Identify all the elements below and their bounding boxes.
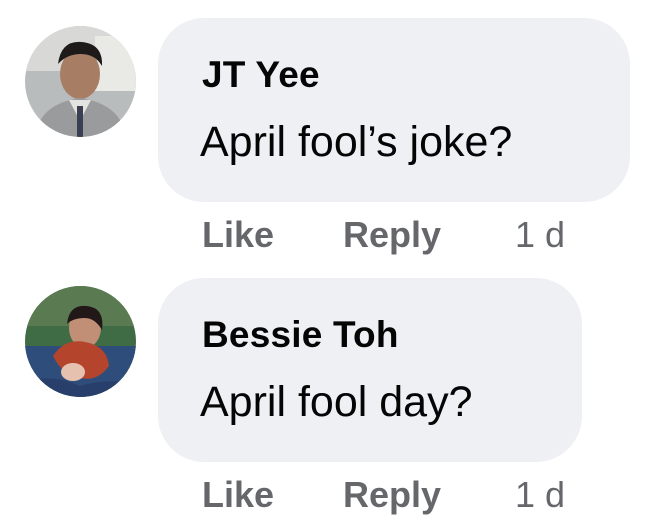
like-button[interactable]: Like (202, 214, 274, 256)
reply-button[interactable]: Reply (343, 214, 441, 256)
profile-photo-icon (25, 26, 136, 137)
comment-timestamp[interactable]: 1 d (515, 214, 565, 256)
avatar[interactable] (25, 286, 136, 397)
avatar[interactable] (25, 26, 136, 137)
comment-timestamp[interactable]: 1 d (515, 474, 565, 516)
like-button[interactable]: Like (202, 474, 274, 516)
comment-text: April fool day? (200, 378, 473, 426)
comment-bubble: Bessie Toh April fool day? (158, 278, 582, 462)
comment-author[interactable]: Bessie Toh (202, 314, 399, 356)
comment-text: April fool’s joke? (200, 118, 513, 166)
profile-photo-icon (25, 286, 136, 397)
comment-author[interactable]: JT Yee (202, 54, 320, 96)
comment-bubble: JT Yee April fool’s joke? (158, 18, 630, 202)
reply-button[interactable]: Reply (343, 474, 441, 516)
